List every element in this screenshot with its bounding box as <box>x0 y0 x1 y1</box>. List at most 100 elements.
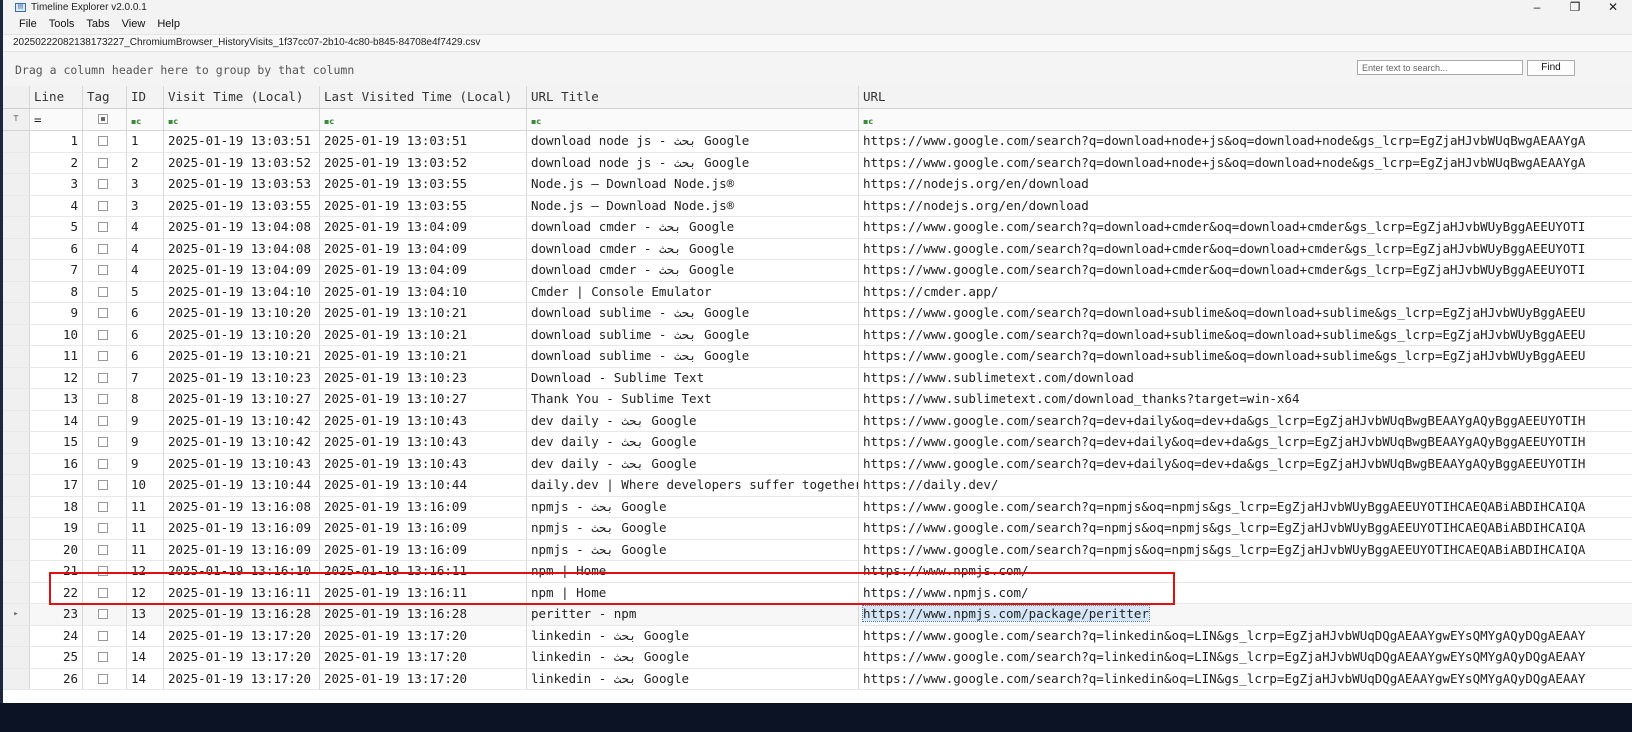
cell-url-title[interactable]: download node js - بحث Google <box>527 152 859 173</box>
cell-visit-time[interactable]: 2025-01-19 13:03:55 <box>164 195 320 216</box>
cell-tag[interactable] <box>83 346 127 367</box>
cell-line[interactable]: 26 <box>30 668 83 689</box>
cell-url-title[interactable]: download sublime - بحث Google <box>527 346 859 367</box>
cell-last-visited[interactable]: 2025-01-19 13:16:28 <box>320 604 527 625</box>
cell-line[interactable]: 22 <box>30 582 83 603</box>
tag-checkbox[interactable] <box>98 308 108 318</box>
cell-tag[interactable] <box>83 174 127 195</box>
cell-url[interactable]: https://www.google.com/search?q=download… <box>859 153 1632 174</box>
menu-tabs[interactable]: Tabs <box>80 18 115 30</box>
filter-last-visited[interactable]: ▪c <box>320 109 527 130</box>
minimize-button[interactable]: – <box>1518 0 1556 14</box>
cell-line[interactable]: 25 <box>30 647 83 668</box>
cell-line[interactable]: 20 <box>30 539 83 560</box>
cell-url[interactable]: https://www.google.com/search?q=download… <box>859 131 1632 152</box>
cell-tag[interactable] <box>83 281 127 302</box>
cell-id[interactable]: 9 <box>127 410 164 431</box>
tag-checkbox[interactable] <box>98 630 108 641</box>
cell-line[interactable]: 16 <box>30 453 83 474</box>
cell-id[interactable]: 13 <box>127 604 164 625</box>
cell-tag[interactable] <box>83 238 127 259</box>
cell-last-visited[interactable]: 2025-01-19 13:10:21 <box>320 324 527 345</box>
table-row[interactable]: 20 11 2025-01-19 13:16:09 2025-01-19 13:16:… <box>3 539 1632 561</box>
cell-tag[interactable] <box>83 217 127 238</box>
cell-visit-time[interactable]: 2025-01-19 13:04:09 <box>164 260 320 281</box>
cell-url[interactable]: https://www.google.com/search?q=linkedin… <box>859 669 1632 690</box>
cell-url[interactable]: https://www.google.com/search?q=linkedin… <box>859 626 1632 647</box>
cell-url-title[interactable]: download sublime - بحث Google <box>527 324 859 345</box>
tag-checkbox[interactable] <box>98 523 108 533</box>
header-url[interactable]: URL <box>859 86 1632 108</box>
cell-last-visited[interactable]: 2025-01-19 13:10:43 <box>320 410 527 431</box>
cell-visit-time[interactable]: 2025-01-19 13:10:43 <box>164 453 320 474</box>
cell-last-visited[interactable]: 2025-01-19 13:10:43 <box>320 432 527 453</box>
table-row[interactable]: 8 5 2025-01-19 13:04:10 2025-01-19 13:04:10… <box>3 281 1632 303</box>
cell-url[interactable]: https://www.google.com/search?q=download… <box>859 346 1632 367</box>
cell-url[interactable]: https://www.google.com/search?q=dev+dail… <box>859 411 1632 432</box>
cell-line[interactable]: 19 <box>30 518 83 539</box>
table-row[interactable]: 16 9 2025-01-19 13:10:43 2025-01-19 13:10:4… <box>3 453 1632 475</box>
tag-checkbox[interactable] <box>98 566 108 576</box>
cell-id[interactable]: 12 <box>127 582 164 603</box>
find-button[interactable]: Find <box>1527 60 1575 76</box>
cell-url-title[interactable]: linkedin - بحث Google <box>527 647 859 668</box>
cell-line[interactable]: 13 <box>30 389 83 410</box>
tag-checkbox[interactable] <box>98 587 108 598</box>
cell-tag[interactable] <box>83 539 127 560</box>
cell-line[interactable]: 6 <box>30 238 83 259</box>
row-selector[interactable] <box>3 324 30 345</box>
cell-last-visited[interactable]: 2025-01-19 13:03:52 <box>320 152 527 173</box>
cell-id[interactable]: 9 <box>127 432 164 453</box>
cell-visit-time[interactable]: 2025-01-19 13:10:42 <box>164 432 320 453</box>
cell-tag[interactable] <box>83 604 127 625</box>
cell-visit-time[interactable]: 2025-01-19 13:03:53 <box>164 174 320 195</box>
cell-url-title[interactable]: daily.dev | Where developers suffer toge… <box>527 475 859 496</box>
cell-url-title[interactable]: npmjs - بحث Google <box>527 496 859 517</box>
filter-visit-time[interactable]: ▪c <box>164 109 320 130</box>
cell-line[interactable]: 17 <box>30 475 83 496</box>
row-selector[interactable] <box>3 217 30 238</box>
table-row[interactable]: 2 2 2025-01-19 13:03:52 2025-01-19 13:03:52… <box>3 152 1632 174</box>
cell-id[interactable]: 4 <box>127 217 164 238</box>
cell-last-visited[interactable]: 2025-01-19 13:03:51 <box>320 131 527 152</box>
cell-url-title[interactable]: linkedin - بحث Google <box>527 625 859 646</box>
cell-last-visited[interactable]: 2025-01-19 13:04:09 <box>320 238 527 259</box>
cell-visit-time[interactable]: 2025-01-19 13:10:42 <box>164 410 320 431</box>
cell-visit-time[interactable]: 2025-01-19 13:04:08 <box>164 238 320 259</box>
cell-url-title[interactable]: download node js - بحث Google <box>527 131 859 152</box>
cell-url[interactable]: https://www.google.com/search?q=dev+dail… <box>859 432 1632 453</box>
cell-id[interactable]: 6 <box>127 303 164 324</box>
row-selector[interactable] <box>3 518 30 539</box>
cell-visit-time[interactable]: 2025-01-19 13:10:20 <box>164 324 320 345</box>
menu-view[interactable]: View <box>116 18 152 30</box>
close-button[interactable]: ✕ <box>1594 0 1632 14</box>
cell-tag[interactable] <box>83 453 127 474</box>
filter-funnel-icon[interactable]: ⊤ <box>3 109 30 130</box>
cell-url[interactable]: https://daily.dev/ <box>859 475 1632 496</box>
table-row[interactable]: 25 14 2025-01-19 13:17:20 2025-01-19 13:17:… <box>3 647 1632 669</box>
cell-url[interactable]: https://www.google.com/search?q=download… <box>859 239 1632 260</box>
cell-visit-time[interactable]: 2025-01-19 13:10:23 <box>164 367 320 388</box>
tag-checkbox[interactable] <box>98 351 108 361</box>
cell-id[interactable]: 14 <box>127 647 164 668</box>
row-selector[interactable] <box>3 131 30 152</box>
row-selector[interactable] <box>3 668 30 689</box>
table-row[interactable]: 13 8 2025-01-19 13:10:27 2025-01-19 13:10:2… <box>3 389 1632 411</box>
cell-url[interactable]: https://www.google.com/search?q=npmjs&oq… <box>859 518 1632 539</box>
cell-tag[interactable] <box>83 260 127 281</box>
row-selector[interactable] <box>3 346 30 367</box>
cell-id[interactable]: 11 <box>127 518 164 539</box>
cell-line[interactable]: 18 <box>30 496 83 517</box>
cell-visit-time[interactable]: 2025-01-19 13:16:09 <box>164 518 320 539</box>
table-row[interactable]: 9 6 2025-01-19 13:10:20 2025-01-19 13:10:21… <box>3 303 1632 325</box>
row-selector[interactable] <box>3 453 30 474</box>
cell-last-visited[interactable]: 2025-01-19 13:16:09 <box>320 518 527 539</box>
table-row[interactable]: 11 6 2025-01-19 13:10:21 2025-01-19 13:10:2… <box>3 346 1632 368</box>
cell-tag[interactable] <box>83 496 127 517</box>
cell-line[interactable]: 2 <box>30 152 83 173</box>
cell-visit-time[interactable]: 2025-01-19 13:16:08 <box>164 496 320 517</box>
cell-last-visited[interactable]: 2025-01-19 13:04:10 <box>320 281 527 302</box>
header-line[interactable]: Line <box>30 86 83 108</box>
cell-tag[interactable] <box>83 432 127 453</box>
table-row[interactable]: 1 1 2025-01-19 13:03:51 2025-01-19 13:03:51… <box>3 131 1632 153</box>
